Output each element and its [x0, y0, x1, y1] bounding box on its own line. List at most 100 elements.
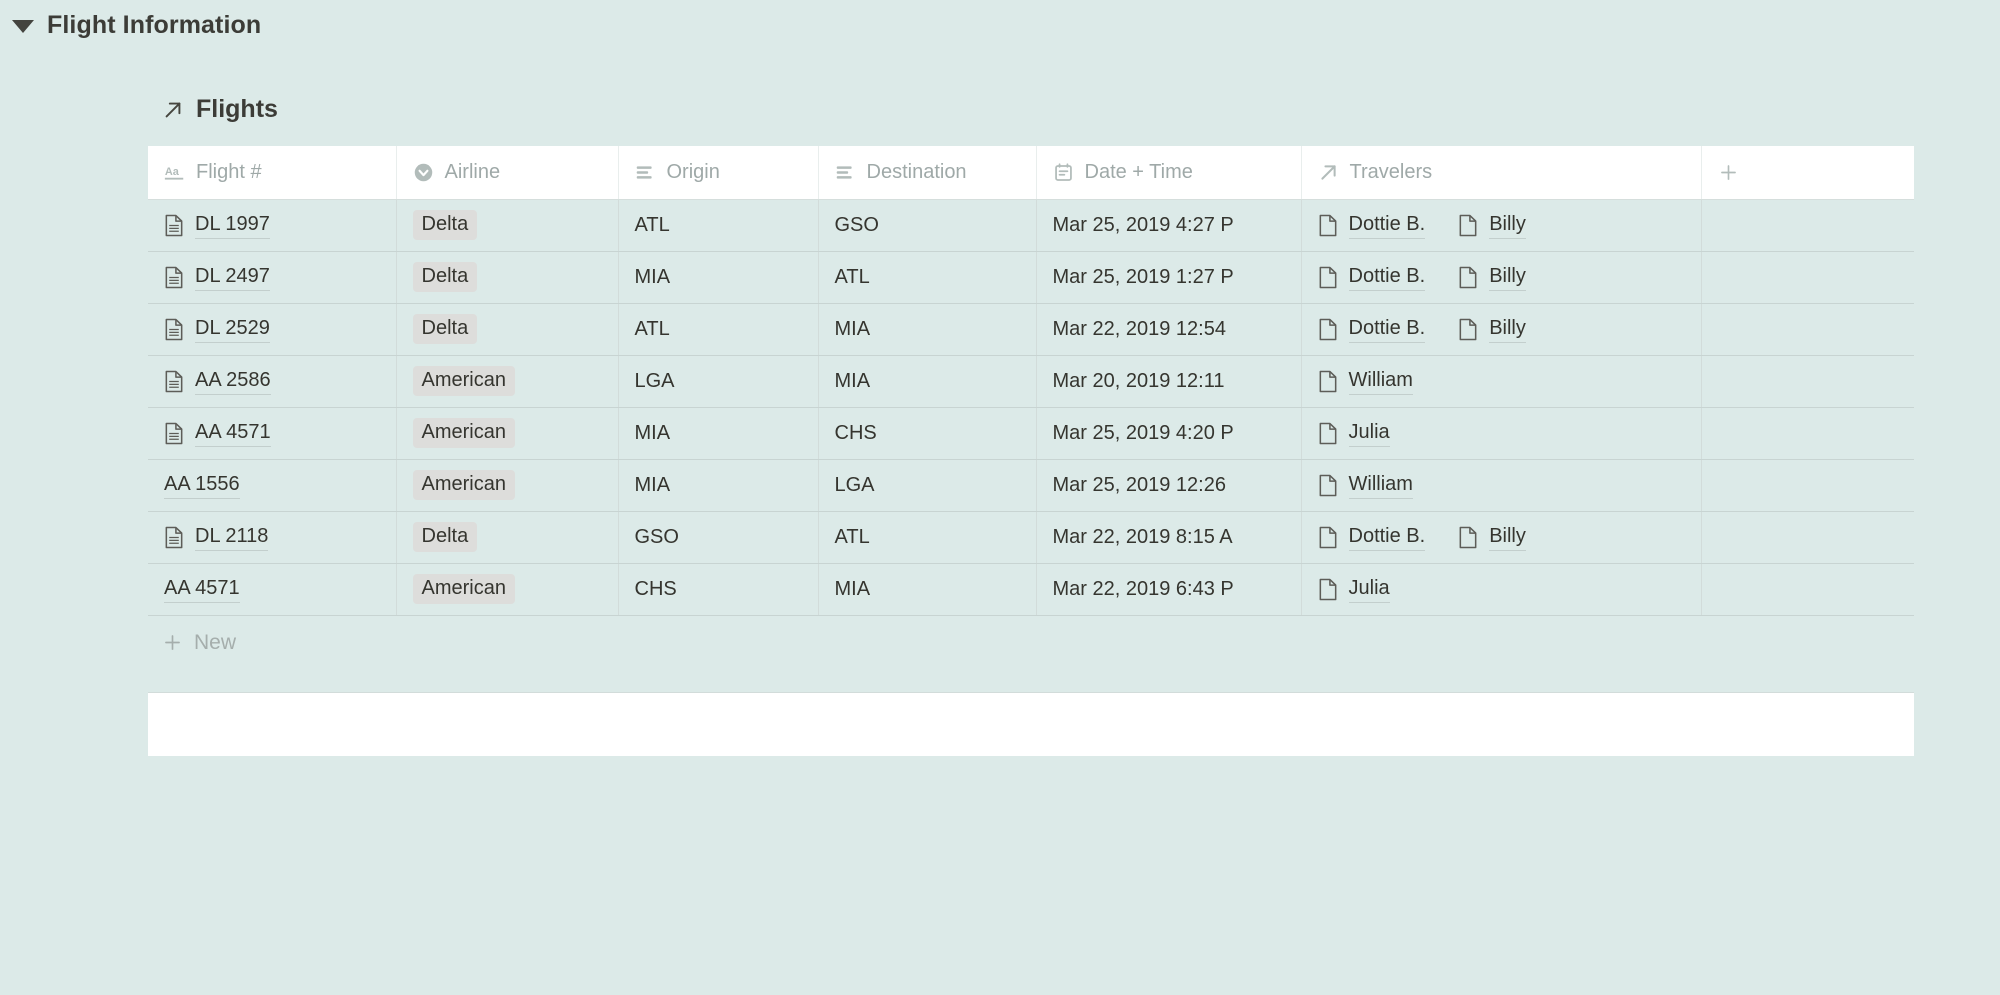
traveler-chip[interactable]: Billy: [1458, 211, 1526, 239]
cell-airline[interactable]: Delta: [396, 251, 619, 304]
traveler-chip[interactable]: Dottie B.: [1318, 523, 1426, 551]
table-row[interactable]: DL 2497 Delta MIA ATL Mar 25, 2019 1:27 P Dot…: [148, 251, 1914, 304]
column-header-travelers[interactable]: Travelers: [1301, 146, 1702, 200]
flight-number-link[interactable]: AA 4571: [164, 575, 240, 603]
traveler-name[interactable]: Dottie B.: [1348, 523, 1426, 551]
cell-flight-number[interactable]: DL 2118: [148, 511, 397, 564]
cell-travelers[interactable]: Dottie B. Billy: [1301, 303, 1702, 356]
new-row[interactable]: New: [148, 615, 1914, 670]
cell-destination[interactable]: MIA: [818, 563, 1037, 616]
database-title[interactable]: Flights: [196, 95, 278, 124]
cell-date-time[interactable]: Mar 25, 2019 4:27 P: [1036, 199, 1302, 252]
cell-destination[interactable]: LGA: [818, 459, 1037, 512]
flight-number-link[interactable]: DL 2529: [195, 315, 270, 343]
traveler-name[interactable]: William: [1348, 471, 1413, 499]
cell-destination[interactable]: ATL: [818, 511, 1037, 564]
cell-destination[interactable]: MIA: [818, 355, 1037, 408]
cell-date-time[interactable]: Mar 22, 2019 12:54: [1036, 303, 1302, 356]
traveler-name[interactable]: Julia: [1348, 419, 1390, 447]
flight-number-link[interactable]: AA 1556: [164, 471, 240, 499]
table-row[interactable]: AA 1556 American MIA LGA Mar 25, 2019 12:26 W…: [148, 459, 1914, 512]
cell-airline[interactable]: Delta: [396, 199, 619, 252]
cell-origin[interactable]: CHS: [618, 563, 819, 616]
cell-destination[interactable]: MIA: [818, 303, 1037, 356]
traveler-chip[interactable]: Julia: [1318, 419, 1390, 447]
cell-origin[interactable]: LGA: [618, 355, 819, 408]
cell-travelers[interactable]: Julia: [1301, 563, 1702, 616]
empty-block-placeholder[interactable]: [148, 691, 1914, 756]
flight-number-link[interactable]: DL 2497: [195, 263, 270, 291]
cell-destination[interactable]: GSO: [818, 199, 1037, 252]
cell-destination[interactable]: ATL: [818, 251, 1037, 304]
cell-flight-number[interactable]: AA 1556: [148, 459, 397, 512]
cell-date-time[interactable]: Mar 22, 2019 6:43 P: [1036, 563, 1302, 616]
traveler-chip[interactable]: William: [1318, 367, 1413, 395]
cell-flight-number[interactable]: AA 2586: [148, 355, 397, 408]
cell-date-time[interactable]: Mar 25, 2019 4:20 P: [1036, 407, 1302, 460]
traveler-name[interactable]: Dottie B.: [1348, 263, 1426, 291]
cell-origin[interactable]: GSO: [618, 511, 819, 564]
traveler-chip[interactable]: Dottie B.: [1318, 211, 1426, 239]
table-row[interactable]: DL 1997 Delta ATL GSO Mar 25, 2019 4:27 P Dot…: [148, 199, 1914, 252]
cell-destination[interactable]: CHS: [818, 407, 1037, 460]
flight-number-link[interactable]: DL 2118: [195, 523, 269, 551]
cell-date-time[interactable]: Mar 25, 2019 12:26: [1036, 459, 1302, 512]
traveler-name[interactable]: Billy: [1489, 263, 1526, 291]
cell-origin[interactable]: MIA: [618, 407, 819, 460]
cell-flight-number[interactable]: AA 4571: [148, 407, 397, 460]
cell-date-time[interactable]: Mar 20, 2019 12:11: [1036, 355, 1302, 408]
table-row[interactable]: AA 2586 American LGA MIA Mar 20, 2019 12:11 W…: [148, 355, 1914, 408]
table-row[interactable]: DL 2529 Delta ATL MIA Mar 22, 2019 12:54 Dott…: [148, 303, 1914, 356]
traveler-chip[interactable]: Dottie B.: [1318, 315, 1426, 343]
cell-flight-number[interactable]: DL 2529: [148, 303, 397, 356]
cell-origin[interactable]: MIA: [618, 459, 819, 512]
table-row[interactable]: AA 4571 American MIA CHS Mar 25, 2019 4:20 P…: [148, 407, 1914, 460]
traveler-name[interactable]: William: [1348, 367, 1413, 395]
flight-number-link[interactable]: DL 1997: [195, 211, 270, 239]
cell-travelers[interactable]: Dottie B. Billy: [1301, 251, 1702, 304]
column-header-destination[interactable]: Destination: [818, 146, 1037, 200]
traveler-chip[interactable]: Billy: [1458, 523, 1526, 551]
flight-number-link[interactable]: AA 4571: [195, 419, 271, 447]
add-column-button[interactable]: [1701, 146, 1914, 200]
cell-flight-number[interactable]: AA 4571: [148, 563, 397, 616]
cell-origin[interactable]: MIA: [618, 251, 819, 304]
traveler-name[interactable]: Julia: [1348, 575, 1390, 603]
cell-travelers[interactable]: William: [1301, 355, 1702, 408]
traveler-chip[interactable]: Dottie B.: [1318, 263, 1426, 291]
cell-travelers[interactable]: Dottie B. Billy: [1301, 199, 1702, 252]
triangle-down-icon[interactable]: [12, 20, 34, 33]
cell-origin[interactable]: ATL: [618, 303, 819, 356]
cell-origin[interactable]: ATL: [618, 199, 819, 252]
traveler-name[interactable]: Dottie B.: [1348, 211, 1426, 239]
traveler-name[interactable]: Billy: [1489, 315, 1526, 343]
traveler-name[interactable]: Dottie B.: [1348, 315, 1426, 343]
flight-number-link[interactable]: AA 2586: [195, 367, 271, 395]
cell-flight-number[interactable]: DL 1997: [148, 199, 397, 252]
cell-airline[interactable]: Delta: [396, 511, 619, 564]
cell-airline[interactable]: Delta: [396, 303, 619, 356]
traveler-chip[interactable]: Billy: [1458, 315, 1526, 343]
traveler-name[interactable]: Billy: [1489, 523, 1526, 551]
new-row-cell[interactable]: New: [148, 615, 1914, 670]
column-header-airline[interactable]: Airline: [396, 146, 619, 200]
cell-travelers[interactable]: Dottie B. Billy: [1301, 511, 1702, 564]
traveler-chip[interactable]: Julia: [1318, 575, 1390, 603]
cell-travelers[interactable]: William: [1301, 459, 1702, 512]
cell-airline[interactable]: American: [396, 355, 619, 408]
cell-travelers[interactable]: Julia: [1301, 407, 1702, 460]
traveler-name[interactable]: Billy: [1489, 211, 1526, 239]
table-row[interactable]: DL 2118 Delta GSO ATL Mar 22, 2019 8:15 A Dot…: [148, 511, 1914, 564]
traveler-chip[interactable]: Billy: [1458, 263, 1526, 291]
cell-airline[interactable]: American: [396, 459, 619, 512]
column-header-origin[interactable]: Origin: [618, 146, 819, 200]
cell-airline[interactable]: American: [396, 563, 619, 616]
table-row[interactable]: AA 4571 American CHS MIA Mar 22, 2019 6:43 P…: [148, 563, 1914, 616]
column-header-date-time[interactable]: Date + Time: [1036, 146, 1302, 200]
column-header-flight-number[interactable]: Aa Flight #: [148, 146, 397, 200]
cell-flight-number[interactable]: DL 2497: [148, 251, 397, 304]
traveler-chip[interactable]: William: [1318, 471, 1413, 499]
cell-date-time[interactable]: Mar 25, 2019 1:27 P: [1036, 251, 1302, 304]
cell-airline[interactable]: American: [396, 407, 619, 460]
cell-date-time[interactable]: Mar 22, 2019 8:15 A: [1036, 511, 1302, 564]
